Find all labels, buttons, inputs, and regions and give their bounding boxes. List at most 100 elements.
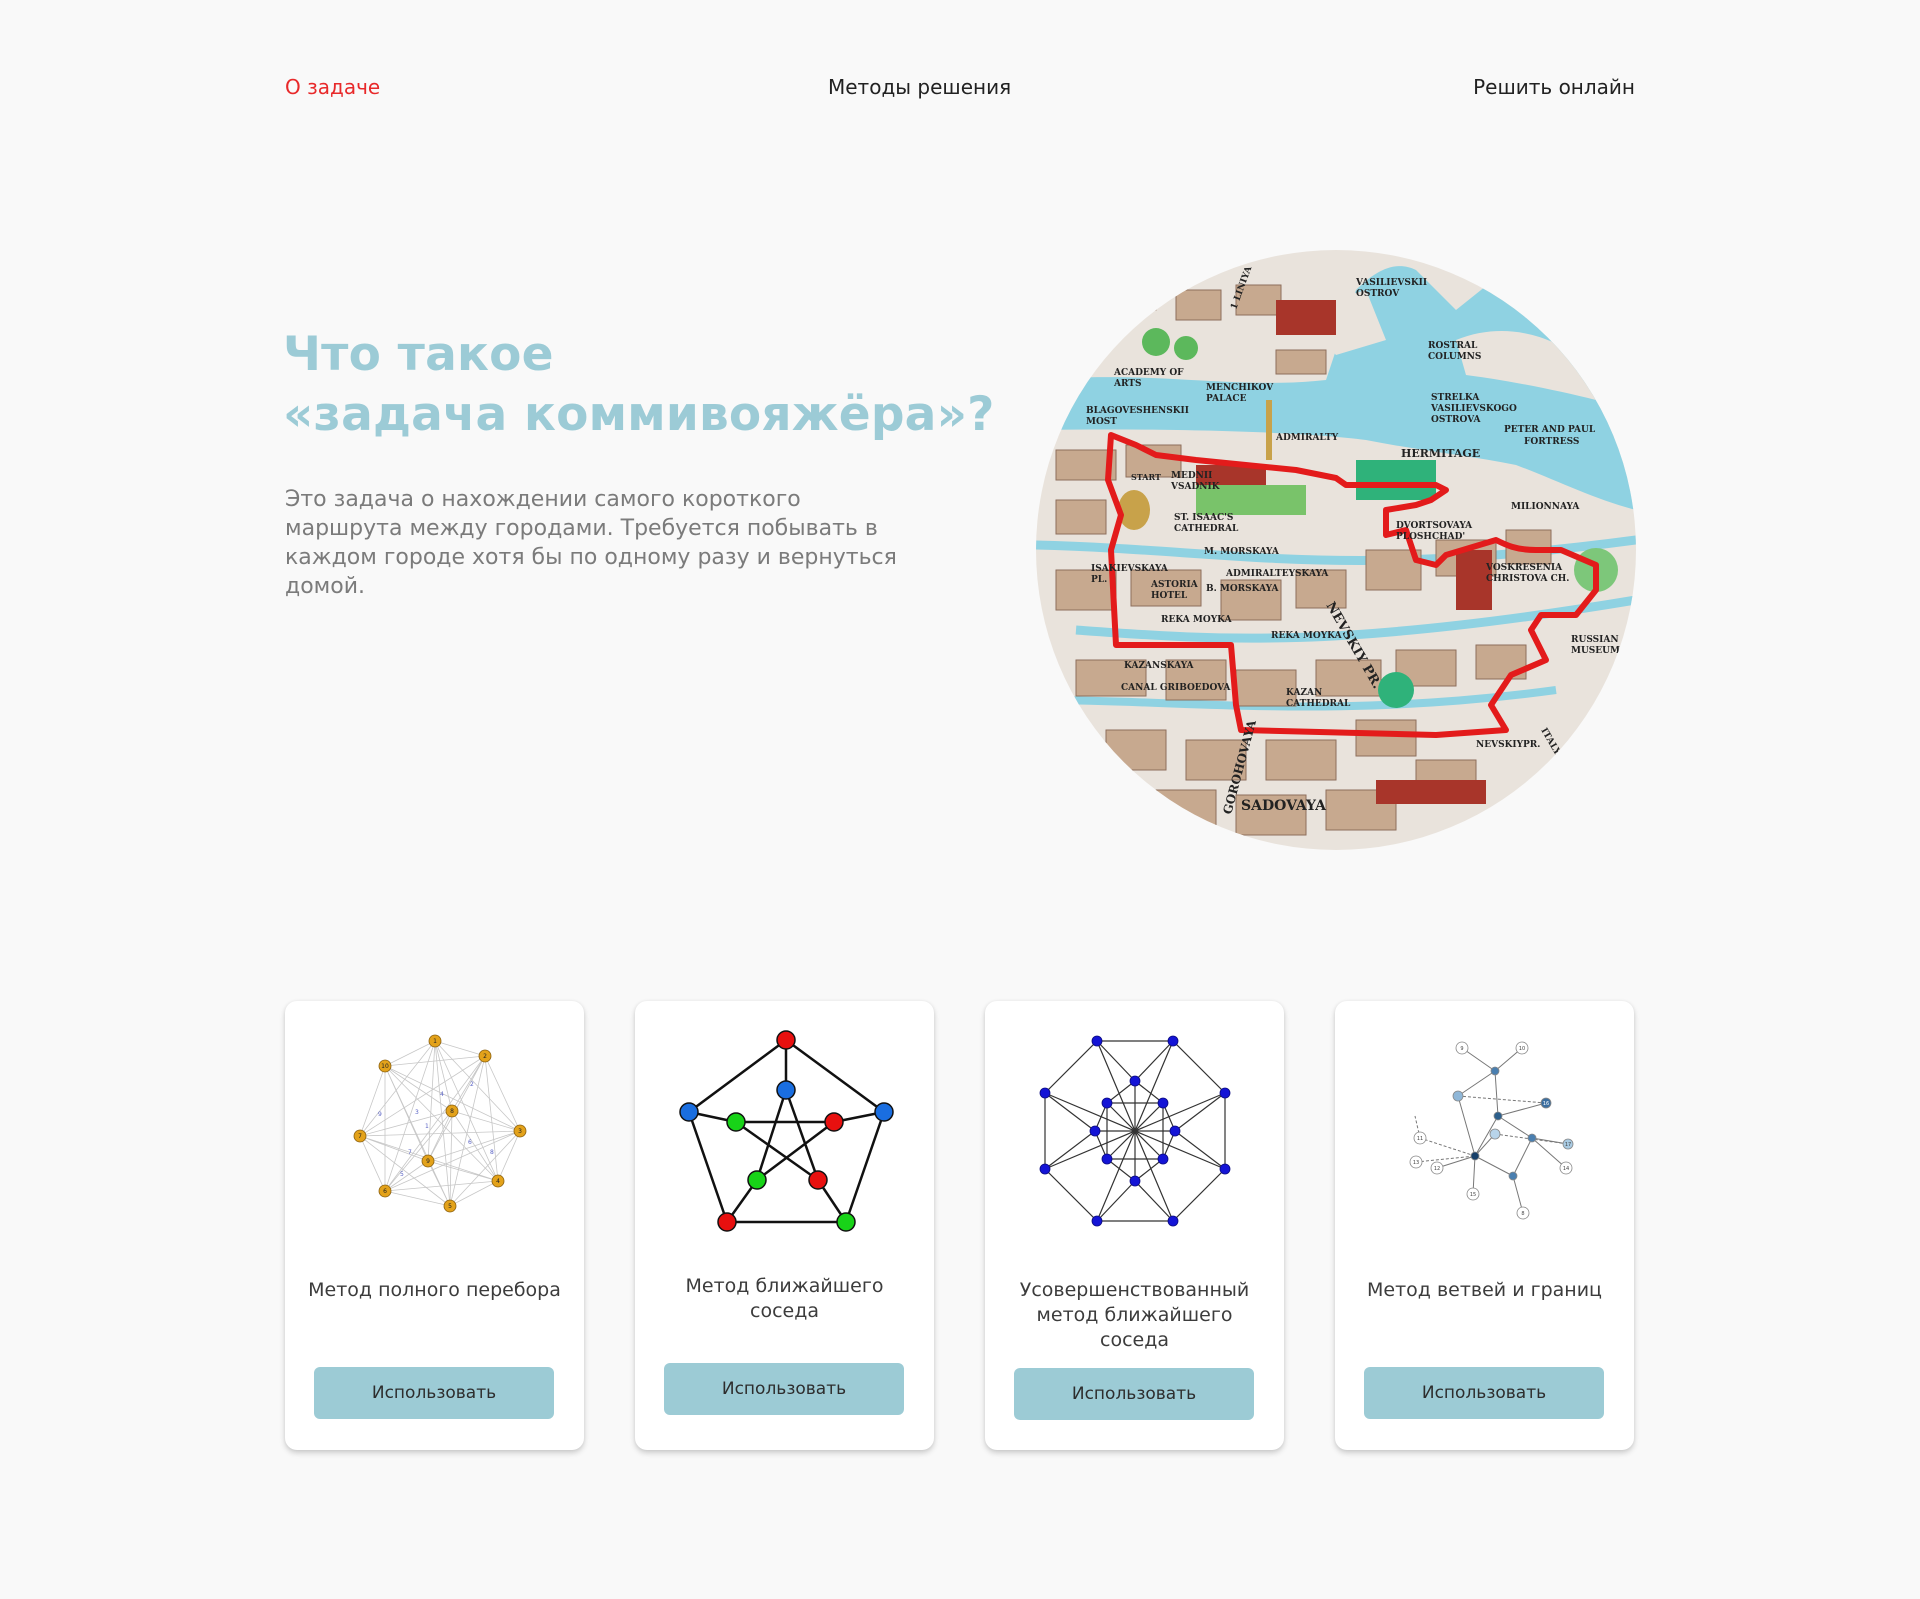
hero-title-line-2: «задача коммивояжёра»? [283, 387, 995, 442]
svg-text:HOTEL: HOTEL [1151, 591, 1188, 601]
node-label: 17 [1565, 1142, 1571, 1148]
svg-text:RUSSIAN: RUSSIAN [1571, 635, 1619, 645]
svg-text:9: 9 [378, 1111, 382, 1118]
petersen-graph-icon [670, 1026, 900, 1251]
method-title: Метод ближайшего соседа [685, 1275, 884, 1322]
use-nearest-neighbor-button[interactable]: Использовать [664, 1363, 904, 1415]
svg-text:BLAGOVESHENSKII: BLAGOVESHENSKII [1086, 406, 1189, 416]
method-card-branch-and-bound: 9 10 8 11 12 13 14 15 16 17 Метод ветвей… [1335, 1001, 1634, 1450]
node-label: 5 [448, 1203, 452, 1210]
method-title: Метод полного перебора [308, 1279, 561, 1301]
method-title: Усовершенствованный метод ближайшего сос… [1019, 1279, 1250, 1351]
node-label: 12 [1434, 1166, 1440, 1172]
node-label: 6 [383, 1188, 387, 1195]
svg-text:7: 7 [408, 1149, 412, 1156]
use-branch-and-bound-button[interactable]: Использовать [1364, 1367, 1604, 1419]
svg-text:REKA MOYKA: REKA MOYKA [1161, 615, 1233, 625]
svg-text:PETER AND PAUL: PETER AND PAUL [1504, 425, 1596, 435]
node-label: 10 [1519, 1046, 1525, 1052]
svg-text:PL.: PL. [1091, 575, 1107, 585]
node-label: 1 [433, 1038, 437, 1045]
svg-text:PLOSHCHAD': PLOSHCHAD' [1396, 532, 1465, 542]
nav-link-solve-online[interactable]: Решить онлайн [1473, 75, 1635, 99]
node-label: 14 [1563, 1166, 1569, 1172]
svg-text:B. MORSKAYA: B. MORSKAYA [1206, 584, 1279, 594]
hero-description: Это задача о нахождении самого короткого… [285, 487, 897, 599]
node-label: 11 [1417, 1136, 1423, 1142]
svg-text:CHRISTOVA CH.: CHRISTOVA CH. [1486, 574, 1569, 584]
method-title: Метод ветвей и границ [1367, 1279, 1602, 1301]
use-improved-nearest-neighbor-button[interactable]: Использовать [1014, 1368, 1254, 1420]
svg-text:M. MORSKAYA: M. MORSKAYA [1204, 547, 1280, 557]
svg-text:FORTRESS: FORTRESS [1524, 437, 1579, 447]
svg-text:OSTROV: OSTROV [1356, 289, 1400, 299]
branch-tree-icon: 9 10 8 11 12 13 14 15 16 17 [1370, 1026, 1600, 1251]
svg-text:SADOVAYA: SADOVAYA [1241, 798, 1327, 814]
svg-text:VASILIEVSKII: VASILIEVSKII [1355, 278, 1427, 288]
svg-text:START: START [1131, 472, 1161, 482]
method-card-improved-nearest-neighbor: Усовершенствованный метод ближайшего сос… [985, 1001, 1284, 1450]
svg-text:MOST: MOST [1086, 417, 1117, 427]
hero-title: Что такое «задача коммивояжёра»? [283, 325, 995, 445]
node-label: 9 [426, 1158, 430, 1165]
nav-link-about[interactable]: О задаче [285, 75, 380, 99]
complete-graph-image: 4 3 6 7 2 5 8 1 9 1 2 3 4 5 6 7 8 9 10 [353, 1034, 527, 1213]
top-nav: О задаче Методы решения Решить онлайн [0, 0, 1920, 180]
svg-text:ASTORIA: ASTORIA [1150, 580, 1199, 590]
svg-text:3: 3 [415, 1109, 419, 1116]
use-brute-force-button[interactable]: Использовать [314, 1367, 554, 1419]
svg-text:KAZANSKAYA: KAZANSKAYA [1124, 661, 1195, 671]
node-label: 4 [496, 1178, 500, 1185]
node-label: 15 [1470, 1192, 1476, 1198]
petersen-graph-image [679, 1030, 894, 1232]
svg-text:6: 6 [468, 1139, 472, 1146]
node-label: 2 [483, 1053, 487, 1060]
node-label: 9 [1460, 1046, 1463, 1052]
branch-tree-image: 9 10 8 11 12 13 14 15 16 17 [1409, 1041, 1574, 1220]
svg-text:5: 5 [400, 1171, 404, 1178]
svg-text:ADMIRALTEYSKAYA: ADMIRALTEYSKAYA [1225, 569, 1329, 579]
node-label: 3 [518, 1128, 522, 1135]
saint-petersburg-route-map: VASILIEVSKII OSTROV ROSTRAL COLUMNS ACADEM… [1036, 250, 1636, 850]
svg-text:NEVSKIYPR.: NEVSKIYPR. [1476, 740, 1540, 750]
svg-text:MEDNII: MEDNII [1171, 471, 1212, 481]
svg-text:ACADEMY OF: ACADEMY OF [1113, 368, 1184, 378]
svg-text:ADMIRALTY: ADMIRALTY [1275, 433, 1339, 443]
map-image: VASILIEVSKIIOSTROV ROSTRALCOLUMNS ACADEM… [1036, 250, 1636, 850]
svg-text:REKA MOYKA: REKA MOYKA [1271, 631, 1343, 641]
svg-text:4: 4 [440, 1091, 444, 1098]
svg-text:PALACE: PALACE [1206, 394, 1247, 404]
svg-text:ROSTRAL: ROSTRAL [1428, 341, 1478, 351]
svg-text:HERMITAGE: HERMITAGE [1401, 447, 1480, 460]
svg-text:ARTS: ARTS [1113, 379, 1142, 389]
node-label: 10 [381, 1063, 389, 1070]
node-label: 7 [358, 1133, 362, 1140]
hero-title-line-1: Что такое [283, 327, 554, 382]
star-graph-image [1039, 1035, 1231, 1227]
svg-text:CATHEDRAL: CATHEDRAL [1286, 699, 1351, 709]
svg-text:KAZAN: KAZAN [1286, 688, 1322, 698]
star-graph-icon [1020, 1026, 1250, 1251]
svg-text:OSTROVA: OSTROVA [1431, 415, 1481, 425]
node-label: 8 [1521, 1211, 1524, 1217]
nav-link-methods[interactable]: Методы решения [828, 75, 1011, 99]
svg-text:VASILIEVSKOGO: VASILIEVSKOGO [1430, 404, 1517, 414]
svg-text:2: 2 [470, 1081, 474, 1088]
node-label: 8 [450, 1108, 454, 1115]
node-label: 13 [1413, 1160, 1419, 1166]
svg-text:STRELKA: STRELKA [1431, 393, 1480, 403]
svg-text:COLUMNS: COLUMNS [1428, 352, 1481, 362]
svg-text:VOSKRESENIA: VOSKRESENIA [1485, 563, 1563, 573]
method-card-nearest-neighbor: Метод ближайшего соседа Использовать [635, 1001, 934, 1450]
node-label: 16 [1543, 1101, 1549, 1107]
svg-text:ISAKIEVSKAYA: ISAKIEVSKAYA [1091, 564, 1169, 574]
svg-text:8: 8 [490, 1149, 494, 1156]
svg-text:CANAL GRIBOEDOVA: CANAL GRIBOEDOVA [1121, 683, 1231, 693]
svg-text:1: 1 [425, 1123, 429, 1130]
svg-text:ST. ISAAC'S: ST. ISAAC'S [1174, 513, 1233, 523]
svg-text:VSADNIK: VSADNIK [1170, 482, 1221, 492]
svg-text:MENCHIKOV: MENCHIKOV [1206, 383, 1274, 393]
svg-text:MUSEUM: MUSEUM [1571, 646, 1620, 656]
complete-graph-icon: 4 3 6 7 2 5 8 1 9 1 2 3 4 5 6 7 8 9 10 [320, 1026, 550, 1251]
svg-text:MILIONNAYA: MILIONNAYA [1511, 502, 1580, 512]
